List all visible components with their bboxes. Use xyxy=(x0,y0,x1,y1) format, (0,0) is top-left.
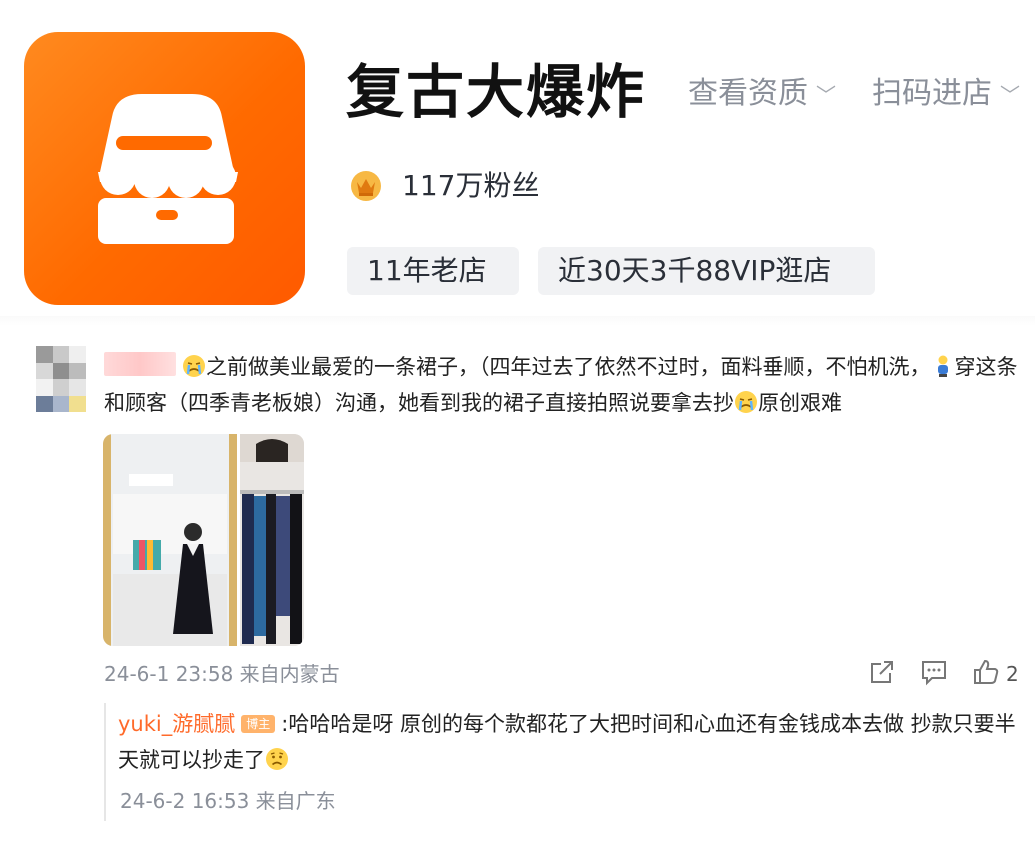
store-icon xyxy=(98,94,238,244)
avatar[interactable] xyxy=(36,346,86,412)
reply-body: yuki_游腻腻 博主:哈哈哈是呀 原创的每个款都花了大把时间和心血还有金钱成本去… xyxy=(118,706,1018,778)
author-badge: 博主 xyxy=(241,715,276,733)
reply-username[interactable]: yuki_游腻腻 xyxy=(118,712,235,736)
scan-to-enter-label: 扫码进店 xyxy=(872,76,992,111)
view-qualifications-label: 查看资质 xyxy=(688,76,808,111)
store-header: 复古大爆炸 查看资质 ﹀ 扫码进店 ﹀ 117万粉丝 11年老店 近30天3千88V… xyxy=(0,0,1035,318)
person-emoji-icon xyxy=(937,355,948,377)
comment-icon[interactable] xyxy=(920,658,948,686)
vip-visits-tag: 近30天3千88VIP逛店 xyxy=(538,247,875,295)
sad-emoji-icon xyxy=(266,748,288,770)
share-icon[interactable] xyxy=(868,658,896,686)
crying-emoji-icon xyxy=(183,355,205,377)
clothing-rack-photo xyxy=(240,434,304,646)
fans-count: 117万粉丝 xyxy=(402,169,540,202)
comment-photo-2[interactable] xyxy=(240,434,304,646)
chevron-down-icon: ﹀ xyxy=(1000,82,1020,107)
comment-text-part3: 原创艰难 xyxy=(758,391,842,415)
like-count: 2 xyxy=(1006,662,1019,686)
mirror-selfie-photo xyxy=(103,434,237,646)
scan-to-enter-link[interactable]: 扫码进店 ﹀ xyxy=(872,74,1020,115)
comment-meta: 24-6-1 23:58 来自内蒙古 xyxy=(104,662,340,686)
like-icon[interactable] xyxy=(972,658,1000,686)
comment-text-part1: 之前做美业最爱的一条裙子，（四年过去了依然不过时，面料垂顺，不怕机洗， xyxy=(206,355,931,379)
store-logo[interactable] xyxy=(24,32,305,305)
store-age-tag: 11年老店 xyxy=(347,247,519,295)
section-divider xyxy=(0,316,1035,326)
chevron-down-icon: ﹀ xyxy=(816,82,836,107)
view-qualifications-link[interactable]: 查看资质 ﹀ xyxy=(688,74,836,115)
comment-body: 之前做美业最爱的一条裙子，（四年过去了依然不过时，面料垂顺，不怕机洗， 穿这条和顾… xyxy=(104,349,1024,421)
crown-icon xyxy=(351,171,381,201)
comment-photo-1[interactable] xyxy=(103,434,237,646)
reply-meta: 24-6-2 16:53 来自广东 xyxy=(120,789,336,813)
store-name: 复古大爆炸 xyxy=(346,58,647,126)
crying-emoji-icon xyxy=(735,391,757,413)
